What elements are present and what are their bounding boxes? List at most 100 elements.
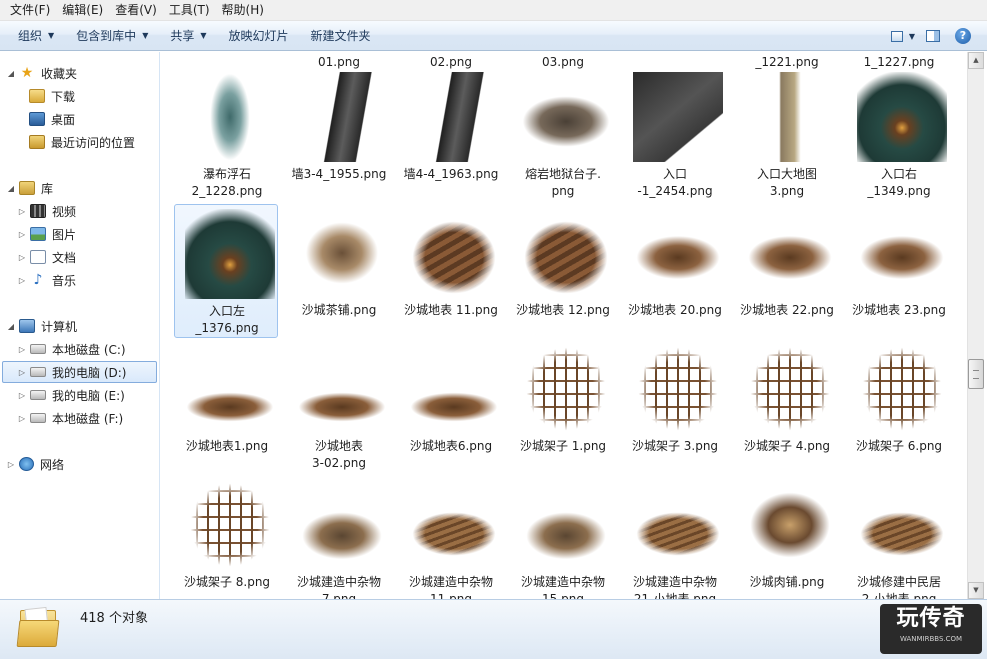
expand-right-icon[interactable]: ▷ bbox=[17, 345, 27, 354]
video-icon bbox=[30, 204, 46, 218]
file-item[interactable]: 沙城地表 20.png bbox=[623, 204, 727, 338]
file-item[interactable]: 沙城建造中杂物 7.png bbox=[287, 476, 391, 599]
new-folder-button[interactable]: 新建文件夹 bbox=[303, 24, 379, 48]
menu-view[interactable]: 查看(V) bbox=[109, 1, 163, 20]
nav-drive-c[interactable]: ▷ 本地磁盘 (C:) bbox=[17, 338, 126, 360]
nav-downloads[interactable]: 下载 bbox=[29, 85, 75, 107]
help-button[interactable]: ? bbox=[951, 24, 975, 48]
nav-network[interactable]: ▷ 网络 bbox=[6, 453, 64, 475]
file-name: 沙城建造中杂物 11.png bbox=[408, 575, 493, 599]
expand-right-icon[interactable]: ▷ bbox=[17, 253, 27, 262]
file-name: 沙城建造中杂物 21-小地表.png bbox=[632, 575, 717, 599]
file-item[interactable]: 沙城地表 11.png bbox=[399, 204, 503, 338]
file-item[interactable]: 沙城地表 22.png bbox=[735, 204, 839, 338]
file-view[interactable]: 01.png 02.png 03.png _1221.png 1_1227.pn… bbox=[161, 52, 967, 599]
nav-drive-d[interactable]: ▷ 我的电脑 (D:) bbox=[2, 361, 157, 383]
include-in-library-button[interactable]: 包含到库中 ▼ bbox=[68, 24, 156, 48]
expand-right-icon[interactable]: ▷ bbox=[17, 276, 27, 285]
file-item[interactable]: 沙城建造中杂物 11.png bbox=[399, 476, 503, 599]
file-item[interactable]: 墙3-4_1955.png bbox=[287, 68, 391, 202]
scroll-down-button[interactable]: ▼ bbox=[968, 582, 984, 599]
nav-favorites[interactable]: ◢ ★ 收藏夹 bbox=[6, 62, 77, 84]
nav-desktop[interactable]: 桌面 bbox=[29, 108, 75, 130]
file-item[interactable]: 墙4-4_1963.png bbox=[399, 68, 503, 202]
expand-right-icon[interactable]: ▷ bbox=[17, 414, 27, 423]
file-item[interactable]: 熔岩地狱台子. png bbox=[511, 68, 615, 202]
change-view-button[interactable]: ▼ bbox=[891, 24, 915, 48]
file-item[interactable]: 入口大地图 3.png bbox=[735, 68, 839, 202]
menu-tools[interactable]: 工具(T) bbox=[163, 1, 216, 20]
nav-drive-f[interactable]: ▷ 本地磁盘 (F:) bbox=[17, 407, 123, 429]
nav-libraries[interactable]: ◢ 库 bbox=[6, 177, 53, 199]
file-item[interactable]: 沙城架子 8.png bbox=[175, 476, 279, 599]
file-item[interactable]: 沙城架子 6.png bbox=[847, 340, 951, 474]
image-thumbnail bbox=[297, 480, 387, 570]
file-item[interactable]: 入口右 _1349.png bbox=[847, 68, 951, 202]
share-button[interactable]: 共享 ▼ bbox=[162, 24, 214, 48]
expand-down-icon[interactable]: ◢ bbox=[6, 69, 16, 78]
file-item[interactable]: 沙城架子 4.png bbox=[735, 340, 839, 474]
file-item[interactable]: 沙城地表6.png bbox=[399, 340, 503, 474]
preview-pane-button[interactable] bbox=[921, 24, 945, 48]
file-item[interactable]: 沙城茶铺.png bbox=[287, 204, 391, 338]
image-thumbnail bbox=[745, 480, 835, 570]
file-item[interactable]: 沙城建造中杂物 15.png bbox=[511, 476, 615, 599]
nav-videos[interactable]: ▷ 视频 bbox=[17, 200, 76, 222]
file-item[interactable]: 沙城修建中民居 2-小地表.png bbox=[847, 476, 951, 599]
nav-pictures[interactable]: ▷ 图片 bbox=[17, 223, 76, 245]
expand-down-icon[interactable]: ◢ bbox=[6, 184, 16, 193]
music-note-icon: ♪ bbox=[33, 272, 43, 288]
image-thumbnail bbox=[857, 344, 947, 434]
nav-music[interactable]: ▷ ♪ 音乐 bbox=[17, 269, 76, 291]
document-icon bbox=[30, 250, 46, 264]
file-item[interactable]: 沙城建造中杂物 21-小地表.png bbox=[623, 476, 727, 599]
expand-right-icon[interactable]: ▷ bbox=[17, 391, 27, 400]
file-name: 沙城建造中杂物 7.png bbox=[296, 575, 381, 599]
expand-right-icon[interactable]: ▷ bbox=[17, 368, 27, 377]
recent-places-icon bbox=[29, 135, 45, 149]
menu-file[interactable]: 文件(F) bbox=[4, 1, 56, 20]
expand-right-icon[interactable]: ▷ bbox=[6, 460, 16, 469]
image-thumbnail bbox=[633, 208, 723, 298]
file-item[interactable]: 沙城地表 23.png bbox=[847, 204, 951, 338]
slideshow-button[interactable]: 放映幻灯片 bbox=[221, 24, 297, 48]
share-label: 共享 bbox=[170, 28, 195, 43]
details-pane: 418 个对象 bbox=[0, 599, 987, 659]
expand-right-icon[interactable]: ▷ bbox=[17, 207, 27, 216]
file-name: 入口 -1_2454.png bbox=[637, 167, 713, 198]
scroll-thumb[interactable] bbox=[968, 359, 984, 389]
image-thumbnail bbox=[857, 72, 947, 162]
organize-button[interactable]: 组织 ▼ bbox=[10, 24, 62, 48]
expand-right-icon[interactable]: ▷ bbox=[17, 230, 27, 239]
file-item[interactable]: 入口 -1_2454.png bbox=[623, 68, 727, 202]
file-item[interactable]: 沙城地表 3-02.png bbox=[287, 340, 391, 474]
file-item[interactable]: 沙城地表1.png bbox=[175, 340, 279, 474]
menu-help[interactable]: 帮助(H) bbox=[216, 1, 270, 20]
image-thumbnail bbox=[409, 344, 499, 434]
expand-down-icon[interactable]: ◢ bbox=[6, 322, 16, 331]
scroll-up-button[interactable]: ▲ bbox=[968, 52, 984, 69]
nav-libraries-label: 库 bbox=[41, 181, 54, 196]
vertical-scrollbar[interactable]: ▲ ▼ bbox=[967, 52, 984, 599]
library-icon bbox=[19, 181, 35, 195]
file-name: 沙城架子 6.png bbox=[855, 439, 943, 453]
image-thumbnail bbox=[857, 208, 947, 298]
file-item-selected[interactable]: 入口左 _1376.png bbox=[174, 204, 278, 338]
nav-drive-e[interactable]: ▷ 我的电脑 (E:) bbox=[17, 384, 125, 406]
file-item[interactable]: 沙城架子 3.png bbox=[623, 340, 727, 474]
desktop-icon bbox=[29, 112, 45, 126]
file-name: 沙城架子 1.png bbox=[519, 439, 607, 453]
file-name: 瀑布浮石 2_1228.png bbox=[191, 167, 263, 198]
image-thumbnail bbox=[185, 72, 275, 162]
nav-computer[interactable]: ◢ 计算机 bbox=[6, 315, 77, 337]
nav-recent-places[interactable]: 最近访问的位置 bbox=[29, 131, 135, 153]
file-item[interactable]: 沙城架子 1.png bbox=[511, 340, 615, 474]
file-item[interactable]: 瀑布浮石 2_1228.png bbox=[175, 68, 279, 202]
menu-edit[interactable]: 编辑(E) bbox=[56, 1, 109, 20]
image-thumbnail bbox=[297, 72, 387, 162]
nav-documents[interactable]: ▷ 文档 bbox=[17, 246, 76, 268]
file-item[interactable]: 沙城肉铺.png bbox=[735, 476, 839, 599]
file-name: 入口左 _1376.png bbox=[195, 304, 259, 335]
file-name: 沙城地表 11.png bbox=[404, 303, 498, 317]
file-item[interactable]: 沙城地表 12.png bbox=[511, 204, 615, 338]
